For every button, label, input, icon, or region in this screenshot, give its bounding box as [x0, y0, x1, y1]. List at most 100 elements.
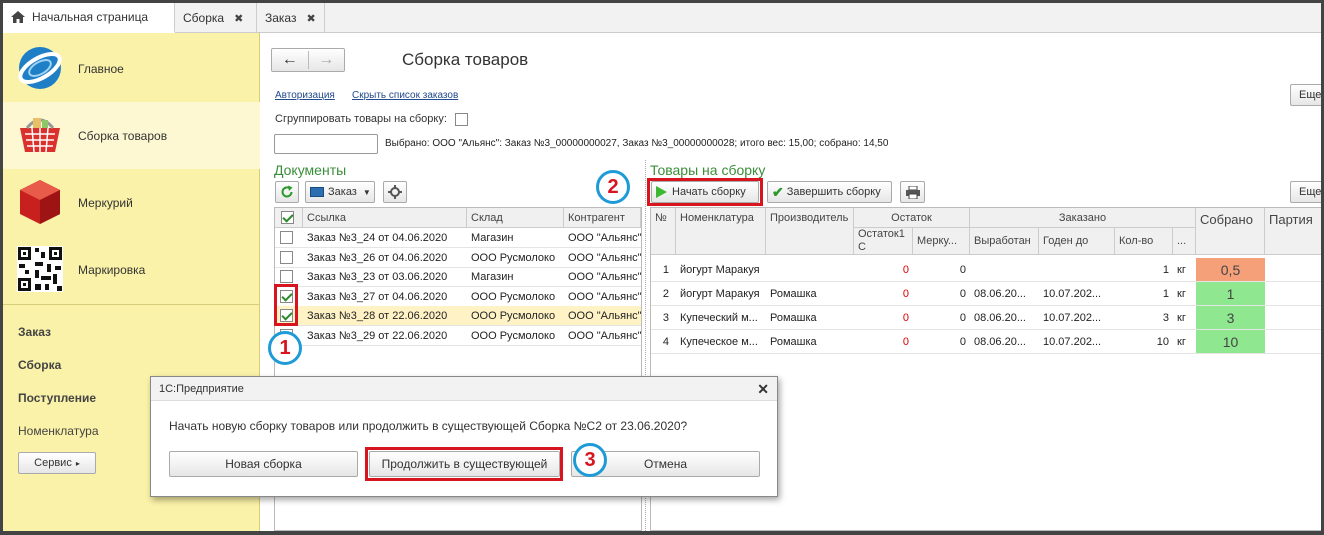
cell-stock1c: 0 — [902, 288, 909, 300]
sidebar-link-assembly[interactable]: Сборка — [18, 358, 61, 372]
cell-batch[interactable] — [1265, 258, 1324, 282]
table-row[interactable]: 1 йогурт Маракуя 0 0 1 кг 0,5 — [651, 258, 1324, 282]
service-button-label: Сервис — [34, 457, 72, 469]
cell-collected[interactable]: 1 — [1196, 282, 1265, 305]
tab-label: Сборка — [183, 11, 225, 25]
column-header-producer[interactable]: Производитель — [766, 208, 854, 255]
cell-link[interactable]: Заказ №3_23 от 03.06.2020 — [303, 267, 467, 287]
tab-order[interactable]: Заказ ✖ — [257, 3, 325, 33]
column-header-ordered: Заказано — [970, 208, 1196, 228]
column-header-valid-until[interactable]: Годен до — [1039, 228, 1115, 255]
sidebar-section-marking[interactable]: Маркировка — [3, 236, 260, 303]
new-assembly-label: Новая сборка — [225, 457, 302, 471]
column-header-link[interactable]: Ссылка — [303, 208, 467, 228]
filter-input[interactable] — [274, 134, 378, 154]
row-checkbox[interactable] — [280, 250, 293, 264]
forward-arrow-icon[interactable]: → — [309, 51, 345, 69]
page-title: Сборка товаров — [402, 50, 529, 69]
sidebar-link-receipt[interactable]: Поступление — [18, 391, 96, 405]
cell-number: 4 — [662, 336, 669, 348]
cell-unit: кг — [1177, 288, 1186, 300]
sidebar-section-assembly[interactable]: Сборка товаров — [3, 102, 260, 169]
table-row[interactable]: Заказ №3_28 от 22.06.2020 ООО Русмолоко ОО… — [275, 306, 641, 326]
cell-mercury: 0 — [959, 336, 966, 348]
table-row[interactable]: 2 йогурт Маракуя Ромашка 0 0 08.06.20... 10.07… — [651, 282, 1324, 306]
settings-button[interactable] — [383, 181, 407, 203]
table-row[interactable]: 3 Купеческий м... Ромашка 0 0 08.06.20... 10.0… — [651, 306, 1324, 330]
table-row[interactable]: Заказ №3_27 от 04.06.2020 ООО Русмолоко ОО… — [275, 287, 641, 307]
table-row[interactable]: Заказ №3_26 от 04.06.2020 ООО Русмолоко ОО… — [275, 248, 641, 268]
goods-header: Товары на сборку — [650, 162, 766, 178]
select-all-checkbox[interactable] — [281, 211, 294, 224]
column-header-unit[interactable]: ... — [1173, 228, 1196, 255]
service-button[interactable]: Сервис ▸ — [18, 452, 96, 474]
column-header-warehouse[interactable]: Склад — [467, 208, 564, 228]
new-assembly-button[interactable]: Новая сборка — [169, 451, 358, 477]
column-header-qty[interactable]: Кол-во — [1115, 228, 1173, 255]
sidebar-link-nomenclature[interactable]: Номенклатура — [18, 424, 99, 438]
sidebar-divider — [3, 304, 260, 305]
column-header-counterparty[interactable]: Контрагент — [564, 208, 641, 228]
cell-collected[interactable]: 10 — [1196, 330, 1265, 353]
sidebar-link-order[interactable]: Заказ — [18, 325, 51, 339]
cell-warehouse: ООО Русмолоко — [471, 251, 556, 264]
cell-mercury: 0 — [959, 312, 966, 324]
annotation-box-checkboxes — [274, 284, 298, 326]
tab-assembly[interactable]: Сборка ✖ — [175, 3, 257, 33]
cell-link[interactable]: Заказ №3_27 от 04.06.2020 — [303, 287, 467, 307]
column-header-stock1c[interactable]: Остаток1 С — [854, 228, 913, 255]
cell-mercury: 0 — [959, 288, 966, 300]
annotation-circle-1: 1 — [268, 331, 302, 365]
select-all-header[interactable] — [275, 208, 303, 228]
cell-link[interactable]: Заказ №3_24 от 04.06.2020 — [303, 228, 467, 248]
more-button[interactable]: Еще — [1290, 84, 1324, 106]
sidebar-section-main[interactable]: Главное — [3, 35, 260, 102]
sidebar-section-label: Главное — [78, 61, 124, 76]
column-header-produced[interactable]: Выработан — [970, 228, 1039, 255]
print-button[interactable] — [900, 181, 925, 203]
row-checkbox[interactable] — [280, 270, 293, 283]
column-header-collected[interactable]: Собрано — [1196, 208, 1265, 255]
table-row[interactable]: Заказ №3_24 от 04.06.2020 Магазин ООО "Аль… — [275, 228, 641, 248]
table-row[interactable]: 4 Купеческое м... Ромашка 0 0 08.06.20... 10.0… — [651, 330, 1324, 354]
cell-collected[interactable]: 0,5 — [1196, 258, 1265, 281]
cell-batch[interactable] — [1265, 306, 1324, 330]
order-create-button[interactable]: Заказ ▼ — [305, 181, 375, 203]
group-checkbox[interactable] — [455, 113, 468, 126]
cell-stock1c: 0 — [902, 336, 909, 348]
close-icon[interactable]: ✖ — [234, 12, 243, 25]
printer-icon — [905, 185, 920, 199]
column-header-nomenclature[interactable]: Номенклатура — [676, 208, 766, 255]
cell-stock1c: 0 — [902, 264, 909, 276]
hide-orders-link[interactable]: Скрыть список заказов — [352, 90, 458, 101]
red-cube-icon — [20, 180, 60, 224]
refresh-button[interactable] — [275, 181, 299, 203]
tab-home[interactable]: Начальная страница — [3, 3, 175, 33]
finish-assembly-button[interactable]: ✔ Завершить сборку — [767, 181, 892, 203]
cell-unit: кг — [1177, 312, 1186, 324]
close-icon[interactable]: ✖ — [306, 12, 315, 25]
dialog-close-icon[interactable]: ✕ — [757, 381, 769, 398]
table-row[interactable]: Заказ №3_23 от 03.06.2020 Магазин ООО "Аль… — [275, 267, 641, 287]
auth-link[interactable]: Авторизация — [275, 90, 335, 101]
cell-link[interactable]: Заказ №3_28 от 22.06.2020 — [303, 306, 467, 326]
nav-buttons: ← → — [271, 48, 345, 72]
goods-more-button[interactable]: Еще — [1290, 181, 1324, 203]
cell-link[interactable]: Заказ №3_26 от 04.06.2020 — [303, 248, 467, 268]
row-checkbox[interactable] — [280, 231, 293, 244]
cell-producer: Ромашка — [770, 288, 817, 300]
table-row[interactable]: Заказ №3_29 от 22.06.2020 ООО Русмолоко ОО… — [275, 326, 641, 346]
sidebar-section-mercury[interactable]: Меркурий — [3, 169, 260, 236]
column-header-batch[interactable]: Партия — [1265, 208, 1324, 255]
cell-batch[interactable] — [1265, 330, 1324, 354]
cell-qty: 10 — [1156, 336, 1169, 348]
cell-link[interactable]: Заказ №3_29 от 22.06.2020 — [303, 326, 467, 346]
column-header-number[interactable]: № — [651, 208, 676, 255]
dropdown-arrow-icon: ▼ — [362, 187, 371, 197]
cell-batch[interactable] — [1265, 282, 1324, 306]
back-arrow-icon[interactable]: ← — [272, 51, 309, 69]
cell-collected[interactable]: 3 — [1196, 306, 1265, 329]
cell-qty: 1 — [1162, 288, 1169, 300]
cell-warehouse: ООО Русмолоко — [471, 329, 556, 342]
column-header-mercury[interactable]: Мерку... — [913, 228, 970, 255]
